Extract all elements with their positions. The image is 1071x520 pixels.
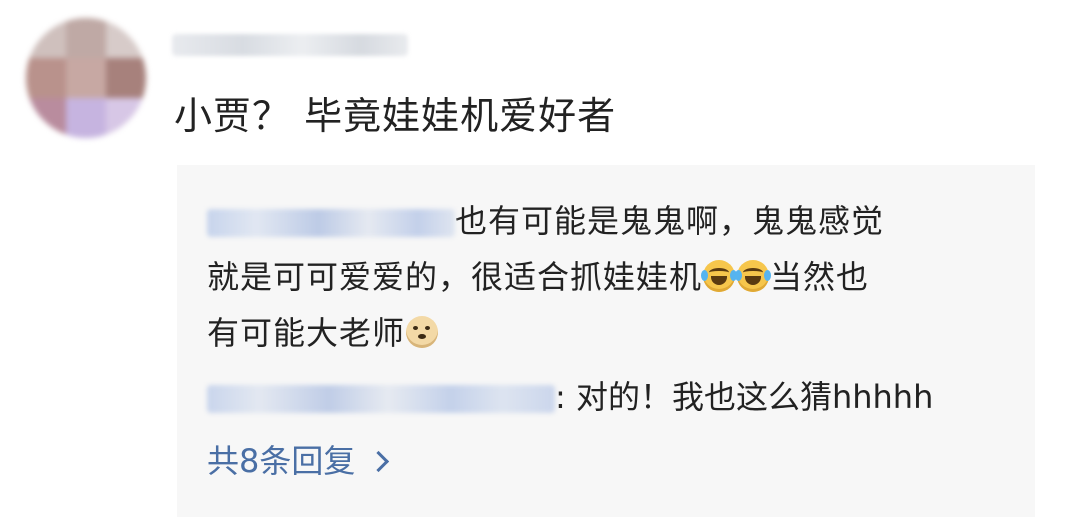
laugh-crying-icon xyxy=(701,260,738,292)
reply-item: : 对的！我也这么猜hhhhh xyxy=(207,369,933,425)
avatar[interactable] xyxy=(26,18,146,138)
reply-text: 有可能大老师 xyxy=(207,314,406,352)
reply-text: 当然也 xyxy=(770,258,870,296)
reply-text: 就是可可爱爱的，很适合抓娃娃机 xyxy=(207,258,703,296)
more-replies-link[interactable]: 共8条回复 xyxy=(207,433,390,489)
reply-text: 也有可能是鬼鬼啊，鬼鬼感觉 xyxy=(455,202,885,240)
reply-item: 也有可能是鬼鬼啊，鬼鬼感觉 就是可可爱爱的，很适合抓娃娃机 当然也 有可能大老师 xyxy=(207,193,1007,361)
reply-username-blurred[interactable] xyxy=(207,385,555,413)
replies-box: 也有可能是鬼鬼啊，鬼鬼感觉 就是可可爱爱的，很适合抓娃娃机 当然也 有可能大老师 … xyxy=(177,165,1035,517)
comment-text: 小贾？ 毕竟娃娃机爱好者 xyxy=(174,94,617,138)
reply-text: : 对的！我也这么猜hhhhh xyxy=(555,378,934,416)
username-blurred[interactable] xyxy=(172,34,408,56)
doge-icon xyxy=(406,316,439,348)
reply-username-blurred[interactable] xyxy=(207,209,455,237)
chevron-right-icon xyxy=(368,450,390,473)
more-replies-label: 共8条回复 xyxy=(207,442,356,480)
laugh-crying-icon xyxy=(735,260,772,292)
